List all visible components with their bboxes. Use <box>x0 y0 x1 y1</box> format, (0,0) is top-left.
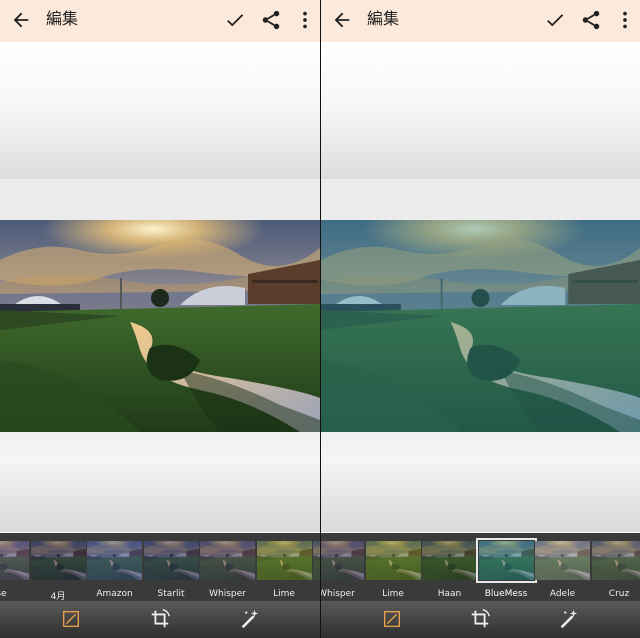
filter-thumbnail <box>475 538 537 583</box>
bottom-tool-bar <box>321 601 640 638</box>
filter-option[interactable]: Lime <box>365 541 421 599</box>
left-editor-pane: 編集 se4月AmazonStarlitWhisperLime <box>0 0 320 638</box>
filter-thumbnail <box>535 541 590 580</box>
crop-rotate-icon[interactable] <box>149 608 171 630</box>
filter-option[interactable]: BlueMess <box>475 538 537 599</box>
top-app-bar: 編集 <box>321 0 640 42</box>
filter-thumbnail <box>30 541 86 580</box>
crop-rotate-icon[interactable] <box>469 608 491 630</box>
more-vert-icon[interactable] <box>298 9 312 31</box>
bottom-tool-bar <box>0 601 320 638</box>
adjust-icon[interactable] <box>60 608 82 630</box>
auto-enhance-icon[interactable] <box>557 608 579 630</box>
filter-thumbnail <box>422 541 477 580</box>
filter-option[interactable]: Amazon <box>87 541 142 599</box>
back-arrow-icon[interactable] <box>331 9 353 31</box>
filter-option[interactable]: Starlit <box>143 541 199 599</box>
photo-preview-bluemess <box>321 220 640 432</box>
check-icon[interactable] <box>544 9 566 31</box>
image-canvas <box>0 42 320 532</box>
filter-option[interactable]: Adele <box>535 541 590 599</box>
filter-option[interactable]: Lime <box>256 541 312 599</box>
image-canvas <box>321 42 640 532</box>
filter-thumbnail <box>313 541 320 580</box>
filter-thumbnail <box>365 541 421 580</box>
filter-option[interactable]: 4月 <box>30 541 86 602</box>
filter-thumbnail <box>143 541 199 580</box>
filter-option[interactable]: Cruz <box>591 541 640 599</box>
filter-option[interactable] <box>313 541 320 599</box>
filter-label: Cruz <box>608 589 630 599</box>
filter-thumbnail <box>200 541 255 580</box>
filter-label: Lime <box>273 589 295 599</box>
filter-option[interactable]: Whisper <box>200 541 255 599</box>
more-vert-icon[interactable] <box>618 9 632 31</box>
filter-thumbnail <box>591 541 640 580</box>
filter-option[interactable]: Whisper <box>321 541 364 599</box>
share-icon[interactable] <box>580 9 602 31</box>
filter-thumbnail <box>256 541 312 580</box>
filter-strip[interactable]: Whisper Lime Haan BlueMess Adele Cruz <box>321 533 640 601</box>
filter-thumbnail <box>87 541 142 580</box>
filter-option[interactable]: Haan <box>422 541 477 599</box>
top-app-bar: 編集 <box>0 0 320 42</box>
page-title: 編集 <box>367 9 400 28</box>
share-icon[interactable] <box>260 9 282 31</box>
check-icon[interactable] <box>224 9 246 31</box>
filter-thumbnail <box>321 541 364 580</box>
page-title: 編集 <box>46 9 79 28</box>
filter-thumbnail <box>0 541 29 580</box>
back-arrow-icon[interactable] <box>10 9 32 31</box>
filter-strip[interactable]: se4月AmazonStarlitWhisperLime <box>0 533 320 602</box>
auto-enhance-icon[interactable] <box>238 608 260 630</box>
photo-preview <box>0 220 320 432</box>
adjust-icon[interactable] <box>381 608 403 630</box>
right-editor-pane: 編集 Whisper Lime Haan BlueMess Adele Cruz <box>321 0 640 638</box>
